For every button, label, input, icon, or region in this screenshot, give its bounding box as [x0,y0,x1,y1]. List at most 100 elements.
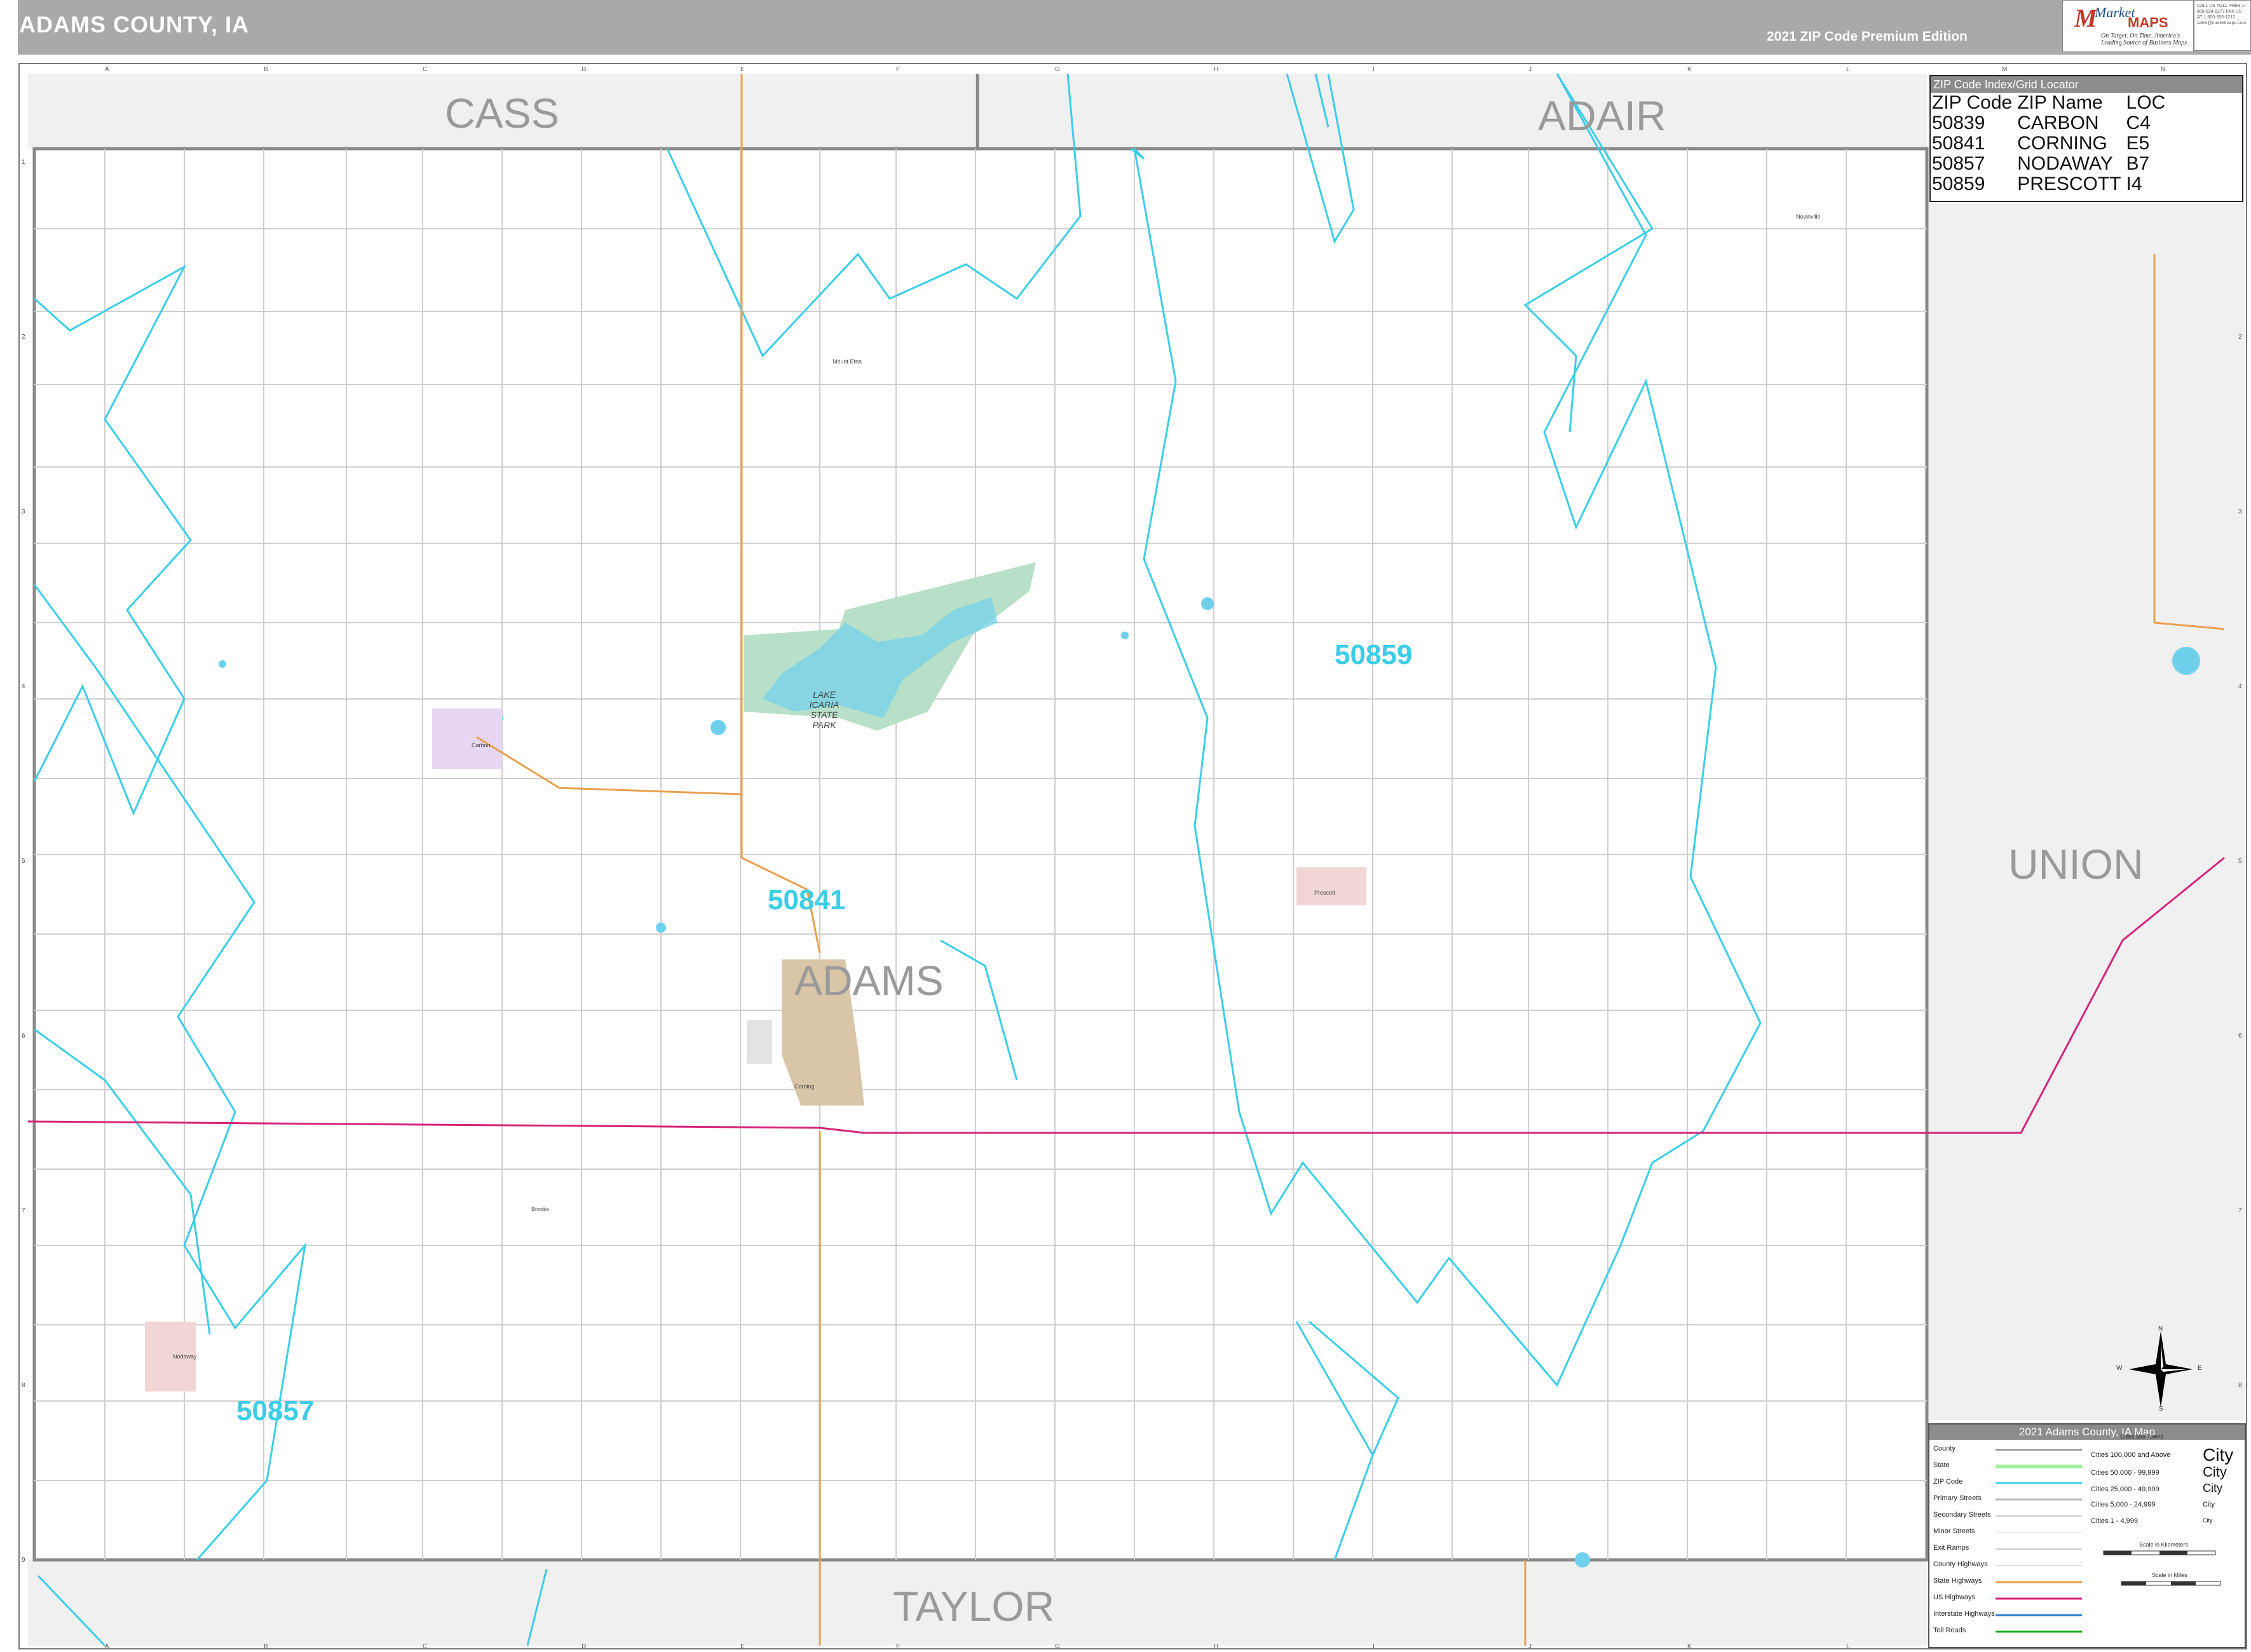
grid-row-3: 3 [22,508,25,515]
grid-col-m: M [2002,66,2008,73]
legend-city-1: Cities 100,000 and Above [2091,1451,2171,1459]
legend-scale-km-label: Scale in Kilometers [2139,1541,2189,1548]
grid-col-a: A [105,66,109,73]
zip-name: CARBON [2017,112,2099,133]
town-label-nevinville: Nevinville [1796,213,1821,220]
legend-city-sample-2: City [2203,1464,2227,1480]
park-label-line-4: PARK [812,720,836,730]
grid-col-g: G [1055,66,1060,73]
legend-city-3: Cities 25,000 - 49,999 [2091,1486,2159,1493]
zip-loc: I4 [2126,173,2142,194]
zip-loc: B7 [2126,153,2150,174]
legend-item-toll: Toll Roads [1933,1627,1966,1634]
town-label-prescott: Prescott [1314,890,1336,896]
legend-item-county: County [1933,1445,1955,1452]
legend-city-sample-5: City [2203,1517,2213,1524]
town-label-brooks: Brooks [531,1206,550,1212]
zip-name: CORNING [2017,133,2107,154]
grid-col-j: J [1528,66,1532,73]
zip-code: 50857 [1932,153,1985,174]
county-map[interactable] [0,0,2251,1652]
legend-item-county-hwy: County Highways [1933,1561,1988,1568]
zip-name: NODAWAY [2017,153,2113,174]
zip-label-50857: 50857 [236,1395,315,1426]
neighbor-label-adair: ADAIR [1538,92,1666,139]
grid-col-l: L [1846,66,1850,73]
legend-scale-mi-label: Scale in Miles [2152,1572,2187,1578]
grid-row-3-right: 3 [2238,508,2242,515]
grid-col-h-bottom: H [1214,1643,1219,1650]
legend-item-exit: Exit Ramps [1933,1544,1969,1552]
zip-loc: E5 [2126,133,2150,154]
park-label-line-3: STATE [810,710,838,720]
park-label-line-1: LAKE [813,689,836,700]
grid-row-8: 8 [22,1382,25,1389]
grid-row-5: 5 [22,858,25,865]
grid-row-2-right: 2 [2238,334,2242,341]
legend-item-secondary: Secondary Streets [1933,1511,1991,1519]
zip-loc: C4 [2126,112,2151,133]
carbon-town-area [432,708,502,769]
zip-index-row: 50857 NODAWAY B7 [1932,154,2170,174]
grid-row-4-right: 4 [2238,683,2242,690]
legend-city-sample-3: City [2203,1482,2222,1494]
legend-city-4: Cities 5,000 - 24,999 [2091,1501,2156,1508]
legend-swatches [1996,1449,2082,1633]
compass-w-label: W [2116,1365,2123,1372]
neighbor-label-union: UNION [2008,841,2144,888]
grid-col-k-bottom: K [1687,1643,1692,1650]
grid-col-c: C [423,66,428,73]
legend-item-zip: ZIP Code [1933,1478,1963,1486]
grid-row-7: 7 [22,1207,25,1214]
zip-index-header: ZIP Code Index/Grid Locator [1931,76,2242,93]
zip-index-row: 50839 CARBON C4 [1932,113,2170,133]
union-county-area [1927,203,2245,1420]
zip-code: 50841 [1932,133,1985,154]
compass-s-label: S [2159,1405,2163,1412]
compass-e-label: E [2198,1365,2202,1372]
compass-n-label: N [2158,1325,2163,1332]
park-label-line-2: ICARIA [809,700,840,710]
corning-airport-area [747,1020,772,1064]
legend-header: 2021 Adams County, IA Map [1929,1425,2245,1440]
grid-col-e: E [740,66,745,73]
zip-index-header-row: ZIP Code ZIP Name LOC [1932,93,2170,113]
legend-city-5: Cities 1 - 4,999 [2091,1517,2138,1525]
grid-col-i: I [1373,66,1375,73]
legend-city-sample-4: City [2203,1501,2215,1508]
grid-row-7-right: 7 [2238,1207,2242,1214]
zip-index-col-name: ZIP Name [2017,92,2103,113]
grid-col-l-bottom: L [1846,1643,1850,1650]
adair-county-area [979,74,1927,149]
grid-col-d: D [581,66,587,73]
zip-index-row: 50841 CORNING E5 [1932,133,2170,154]
zip-index-panel: ZIP Code Index/Grid Locator ZIP Code ZIP… [1929,75,2243,202]
grid-col-f: F [896,66,901,73]
grid-col-b-bottom: B [264,1643,268,1650]
scale-bar-km [2103,1550,2216,1555]
grid-row-9: 9 [22,1557,25,1564]
town-label-nodaway: Nodaway [173,1353,197,1360]
town-label-corning: Corning [794,1083,815,1090]
county-label-adams: ADAMS [794,957,944,1004]
legend-panel: 2021 Adams County, IA Map County State Z… [1928,1423,2246,1648]
legend-item-minor: Minor Streets [1933,1527,1975,1535]
grid-col-c-bottom: C [423,1643,428,1650]
legend-item-interstate: Interstate Highways [1933,1610,1995,1618]
grid-row-6: 6 [22,1032,25,1039]
zip-index-row: 50859 PRESCOTT I4 [1932,174,2170,194]
grid-row-1: 1 [22,159,25,166]
zip-label-50859: 50859 [1335,639,1413,670]
grid-col-e-bottom: E [740,1643,745,1650]
legend-city-2: Cities 50,000 - 99,999 [2091,1469,2159,1477]
park-label: LAKE ICARIA STATE PARK [802,689,847,730]
legend-item-state-hwy: State Highways [1933,1577,1982,1585]
neighbor-label-cass: CASS [445,90,559,137]
zip-index-col-code: ZIP Code [1932,92,2013,113]
legend-city-sample-1: City [2203,1445,2234,1465]
zip-code: 50839 [1932,112,1985,133]
zip-label-50841: 50841 [768,884,846,916]
grid-col-i-bottom: I [1373,1643,1375,1650]
town-label-carbon: Carbon [472,742,491,748]
zip-index-col-loc: LOC [2126,92,2166,113]
